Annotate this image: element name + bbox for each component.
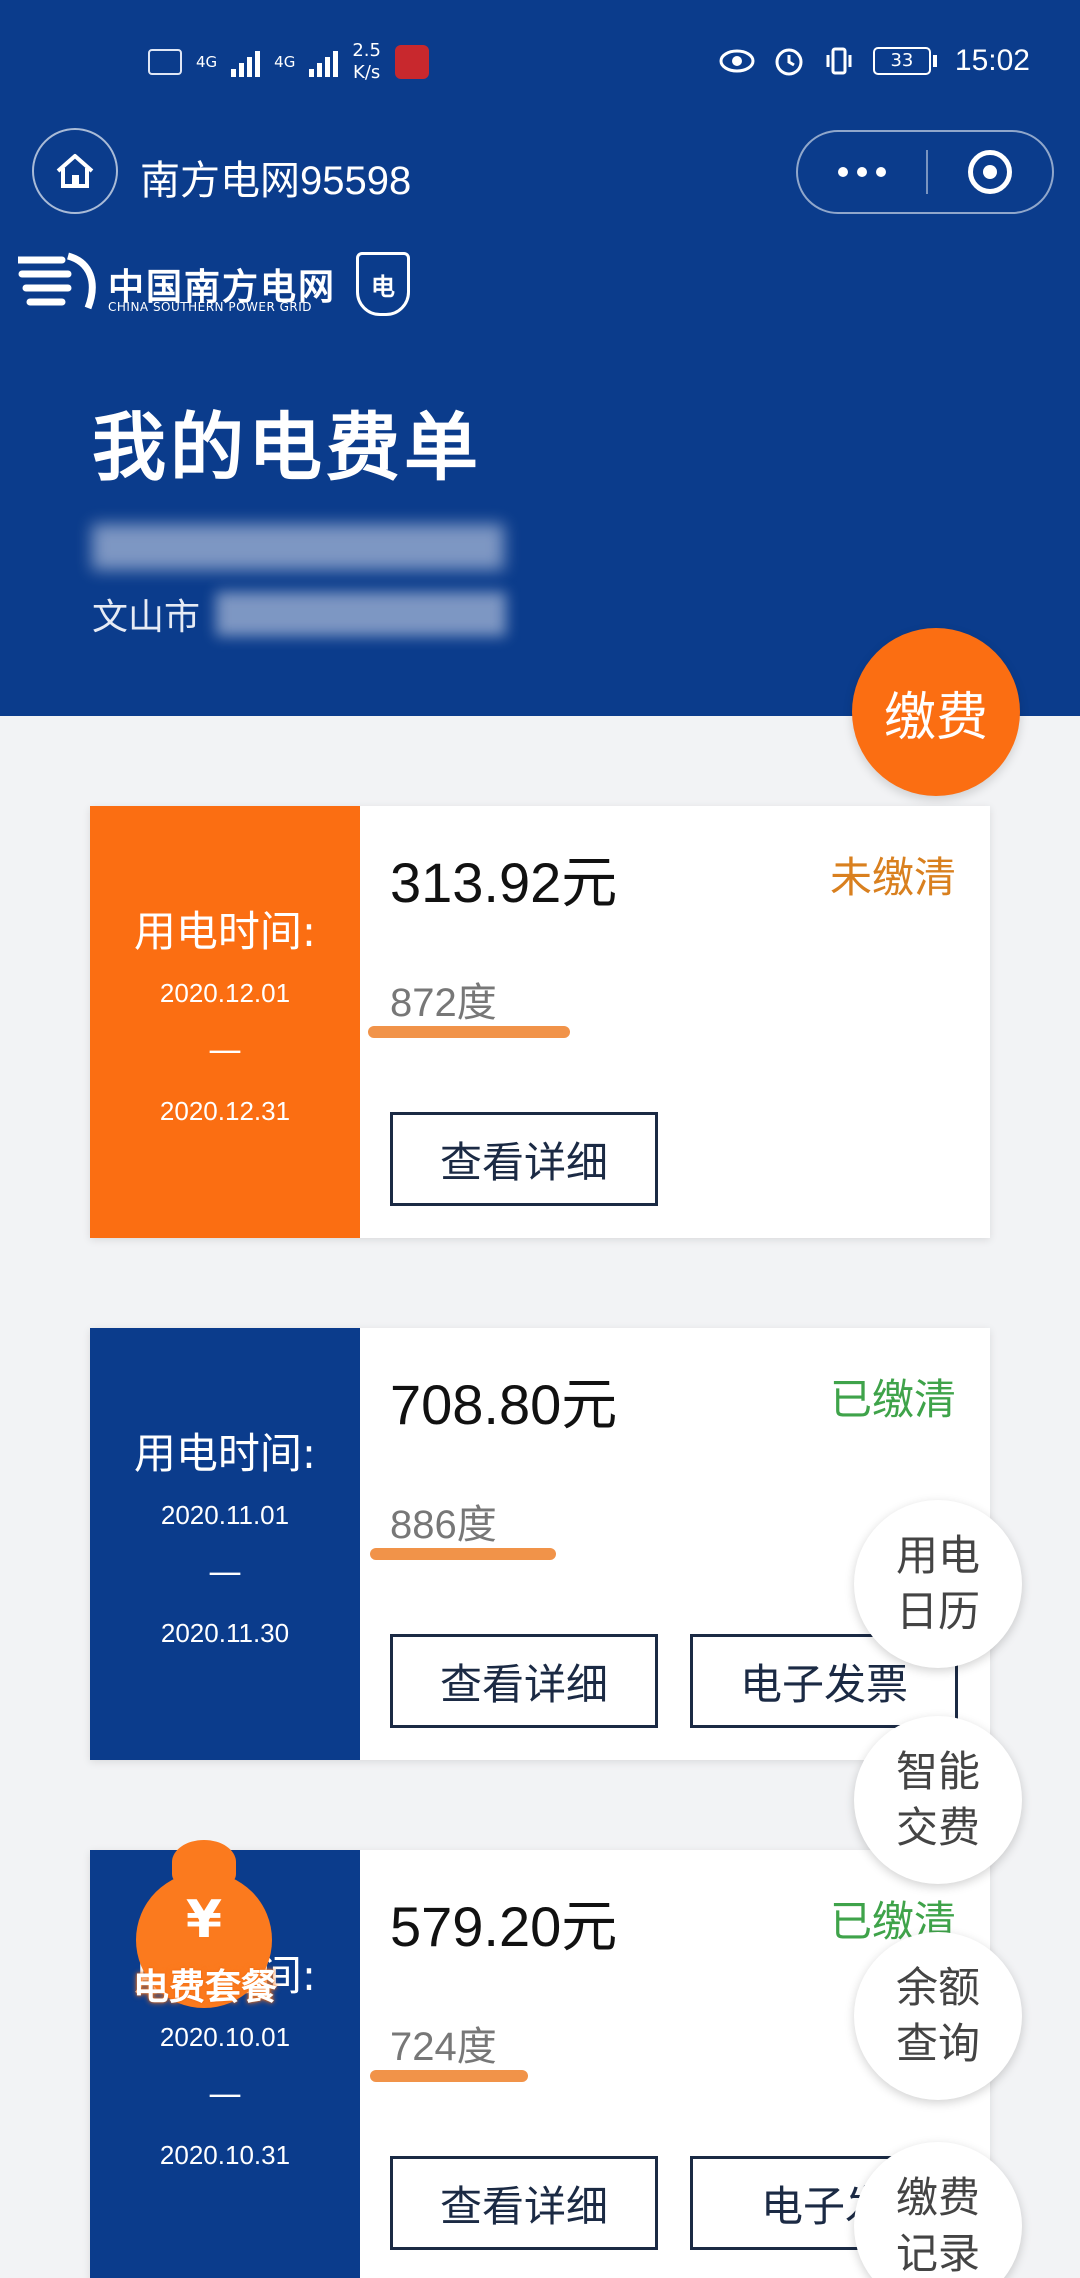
view-detail-button[interactable]: 查看详细 <box>390 1112 658 1206</box>
bill-card: 用电时间: 2020.11.01 — 2020.11.30 708.80元 已缴… <box>90 1328 990 1760</box>
period-start: 2020.10.01 <box>159 2022 291 2052</box>
bill-usage: 886度 <box>390 1503 497 1547</box>
header: 4G 4G 2.5 K/s 33 15:02 南方电网95598 中国南方电网 … <box>0 0 1080 716</box>
close-target-icon <box>968 150 1012 194</box>
brand-name-en: CHINA SOUTHERN POWER GRID <box>108 300 313 314</box>
bill-usage: 724度 <box>390 2025 497 2069</box>
csg-logo-icon <box>18 252 96 310</box>
redacted-account-info <box>92 524 504 570</box>
period-end: 2020.10.31 <box>159 2140 291 2170</box>
miniapp-capsule <box>796 130 1054 214</box>
notification-icon <box>148 49 182 75</box>
page-title: 我的电费单 <box>92 405 482 491</box>
pay-button[interactable]: 缴费 <box>852 628 1020 796</box>
period-end: 2020.12.31 <box>159 1096 291 1126</box>
battery-icon: 33 <box>872 47 937 75</box>
period-label: 用电时间: <box>133 1429 317 1478</box>
bill-usage: 872度 <box>390 981 497 1025</box>
bill-status: 未缴清 <box>829 853 956 902</box>
bill-amount: 579.20元 <box>390 1895 618 1958</box>
period-start: 2020.12.01 <box>159 978 291 1008</box>
bill-package-badge[interactable]: ¥ 电费套餐 <box>110 1830 300 2020</box>
view-detail-button[interactable]: 查看详细 <box>390 1634 658 1728</box>
network-type-2: 4G <box>274 52 296 71</box>
usage-calendar-button[interactable]: 用电 日历 <box>854 1500 1022 1668</box>
highlight-mark <box>370 2070 528 2082</box>
network-type-1: 4G <box>196 52 218 71</box>
close-miniapp-button[interactable] <box>928 150 1052 194</box>
signal-icon <box>231 47 261 77</box>
package-label: 电费套餐 <box>132 1967 277 2008</box>
vibrate-icon <box>826 47 852 75</box>
clock: 15:02 <box>954 44 1030 77</box>
smart-pay-button[interactable]: 智能 交费 <box>854 1716 1022 1884</box>
home-button[interactable] <box>32 128 118 214</box>
period-dash: — <box>208 1552 242 1592</box>
battery-level: 33 <box>872 47 931 75</box>
highlight-mark <box>368 1026 570 1038</box>
status-right: 33 15:02 <box>719 44 1030 78</box>
bill-status: 已缴清 <box>829 1375 956 1424</box>
bill-period-panel: 用电时间: 2020.12.01 — 2020.12.31 <box>90 806 360 1238</box>
period-start: 2020.11.01 <box>160 1500 290 1530</box>
bill-amount: 708.80元 <box>390 1373 618 1436</box>
brand-badge-icon: 电 <box>356 252 410 316</box>
period-end: 2020.11.30 <box>160 1618 290 1648</box>
view-detail-button[interactable]: 查看详细 <box>390 2156 658 2250</box>
redacted-address <box>216 592 506 636</box>
more-button[interactable] <box>798 132 926 212</box>
network-speed: 2.5 K/s <box>352 40 381 83</box>
bill-period-panel: 用电时间: 2020.11.01 — 2020.11.30 <box>90 1328 360 1760</box>
period-dash: — <box>208 2074 242 2114</box>
period-label: 用电时间: <box>133 907 317 956</box>
period-dash: — <box>208 1030 242 1070</box>
balance-query-button[interactable]: 余额 查询 <box>854 1932 1022 2100</box>
miniapp-title: 南方电网95598 <box>140 159 412 203</box>
home-icon <box>56 154 94 188</box>
status-bar: 4G 4G 2.5 K/s 33 15:02 <box>0 0 1080 130</box>
signal-icon <box>309 47 339 77</box>
yen-icon: ¥ <box>185 1890 223 1950</box>
app-notification-icon <box>394 45 429 79</box>
status-left: 4G 4G 2.5 K/s <box>148 40 429 84</box>
bill-card: 用电时间: 2020.12.01 — 2020.12.31 313.92元 未缴… <box>90 806 990 1238</box>
eye-icon <box>719 49 755 73</box>
highlight-mark <box>370 1548 556 1560</box>
bill-amount: 313.92元 <box>390 851 618 914</box>
alarm-icon <box>775 48 803 76</box>
address-city: 文山市 <box>92 597 201 638</box>
